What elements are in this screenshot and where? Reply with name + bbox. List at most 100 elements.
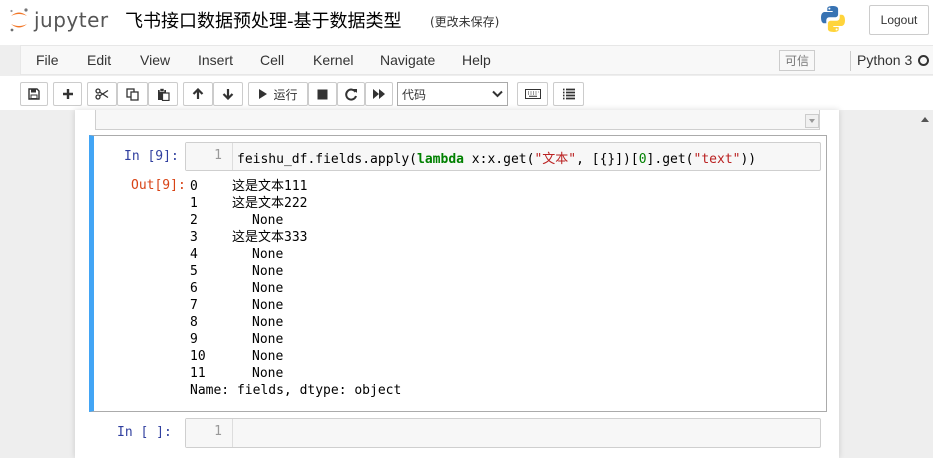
save-icon: [28, 88, 40, 100]
kernel-idle-icon: [918, 55, 929, 66]
empty-code-input[interactable]: 1: [185, 418, 821, 448]
menu-navigate[interactable]: Navigate: [380, 52, 435, 68]
code-text: x:x.get(: [463, 152, 535, 167]
insert-cell-button[interactable]: [53, 82, 82, 106]
output-row: 2 None: [190, 212, 490, 229]
list-icon: [562, 88, 575, 100]
kernel-divider: [850, 51, 851, 71]
command-palette-button[interactable]: [517, 82, 548, 106]
output-value: None: [252, 332, 284, 347]
jupyter-logo[interactable]: jupyter: [8, 5, 109, 35]
copy-button[interactable]: [117, 82, 148, 106]
code-line: feishu_df.fields.apply(lambda x:x.get("文…: [237, 148, 756, 167]
output-value: None: [252, 315, 284, 330]
previous-cell-input[interactable]: [95, 110, 820, 130]
keyboard-icon: [524, 89, 541, 99]
output-index: 0: [190, 179, 198, 194]
output-row: 5 None: [190, 263, 490, 280]
output-row: 9 None: [190, 331, 490, 348]
output-row: 0 这是文本111: [190, 178, 490, 195]
arrow-down-icon: [222, 89, 234, 100]
chevron-down-icon: [492, 90, 503, 98]
cell-type-value: 代码: [402, 87, 427, 102]
python-logo-icon: [821, 6, 845, 32]
interrupt-button[interactable]: [308, 82, 337, 106]
menu-edit[interactable]: Edit: [87, 52, 111, 68]
output-value: None: [252, 213, 284, 228]
logout-button[interactable]: Logout: [869, 5, 929, 35]
chevron-down-icon: [809, 119, 815, 123]
line-gutter: 1: [186, 419, 233, 447]
toolbar: 运行 代码: [0, 76, 933, 110]
code-text: ].get(: [646, 152, 694, 167]
code-string: "文本": [534, 152, 577, 167]
menu-help[interactable]: Help: [462, 52, 491, 68]
play-icon: [259, 89, 268, 99]
output-index: 1: [190, 196, 198, 211]
stop-icon: [317, 89, 328, 99]
menu-file[interactable]: File: [36, 52, 59, 68]
code-text: , [{}])[: [576, 152, 639, 167]
output-row: 3 这是文本333: [190, 229, 490, 246]
output-value: 这是文本111: [232, 179, 308, 194]
output-index: 9: [190, 332, 198, 347]
restart-button[interactable]: [337, 82, 365, 106]
output-row: 7 None: [190, 297, 490, 314]
code-text: )): [740, 152, 757, 167]
output-index: 8: [190, 315, 198, 330]
refresh-icon: [344, 88, 357, 100]
code-string: "text": [693, 152, 741, 167]
paste-button[interactable]: [148, 82, 178, 106]
code-number: 0: [638, 152, 647, 167]
output-row: 11 None: [190, 365, 490, 382]
output-value: None: [252, 247, 284, 262]
run-button[interactable]: 运行: [248, 82, 308, 106]
kernel-name: Python 3: [857, 52, 913, 68]
output-index: 6: [190, 281, 198, 296]
empty-in-prompt: In [ ]:: [117, 425, 172, 440]
move-down-button[interactable]: [213, 82, 243, 106]
output-value: None: [252, 264, 284, 279]
code-keyword: lambda: [417, 152, 464, 167]
output-index: 5: [190, 264, 198, 279]
output-row: 10 None: [190, 348, 490, 365]
menubar: File Edit View Insert Cell Kernel Naviga…: [20, 45, 933, 75]
arrow-up-icon: [192, 88, 204, 99]
cell-output: 0 这是文本111 1 这是文本222 2 None 3 这是文本333 4 None 5 None 6…: [190, 178, 490, 399]
paste-icon: [157, 87, 170, 101]
menu-view[interactable]: View: [140, 52, 170, 68]
scroll-up-icon[interactable]: [920, 115, 930, 123]
cell-type-select[interactable]: 代码: [397, 82, 508, 106]
output-index: 2: [190, 213, 198, 228]
toc-button[interactable]: [553, 82, 584, 106]
restart-run-all-button[interactable]: [365, 82, 393, 106]
code-input[interactable]: 1 feishu_df.fields.apply(lambda x:x.get(…: [185, 142, 821, 171]
jupyter-logo-text: jupyter: [34, 8, 109, 32]
copy-icon: [126, 87, 139, 101]
output-row: 6 None: [190, 280, 490, 297]
output-value: None: [252, 366, 284, 381]
output-value: 这是文本222: [232, 196, 308, 211]
trusted-indicator[interactable]: 可信: [779, 50, 815, 71]
output-index: 10: [190, 349, 206, 364]
header: jupyter 飞书接口数据预处理-基于数据类型 (更改未保存) Logout: [0, 0, 933, 45]
menu-cell[interactable]: Cell: [260, 52, 284, 68]
output-index: 11: [190, 366, 206, 381]
menu-kernel[interactable]: Kernel: [313, 52, 353, 68]
resize-handle[interactable]: [805, 114, 819, 128]
scrollbar[interactable]: [918, 110, 933, 458]
output-row: 1 这是文本222: [190, 195, 490, 212]
output-row: 4 None: [190, 246, 490, 263]
jupyter-logo-icon: [10, 8, 28, 32]
out-prompt: Out[9]:: [131, 178, 186, 193]
output-value: None: [252, 281, 284, 296]
output-footer: Name: fields, dtype: object: [190, 383, 402, 398]
menu-insert[interactable]: Insert: [198, 52, 233, 68]
move-up-button[interactable]: [183, 82, 213, 106]
line-number: 1: [214, 424, 222, 439]
notebook-title[interactable]: 飞书接口数据预处理-基于数据类型: [125, 7, 402, 33]
cut-button[interactable]: [87, 82, 117, 106]
save-button[interactable]: [20, 82, 48, 106]
code-text: feishu_df.fields.apply(: [237, 152, 418, 167]
line-number: 1: [214, 148, 222, 163]
